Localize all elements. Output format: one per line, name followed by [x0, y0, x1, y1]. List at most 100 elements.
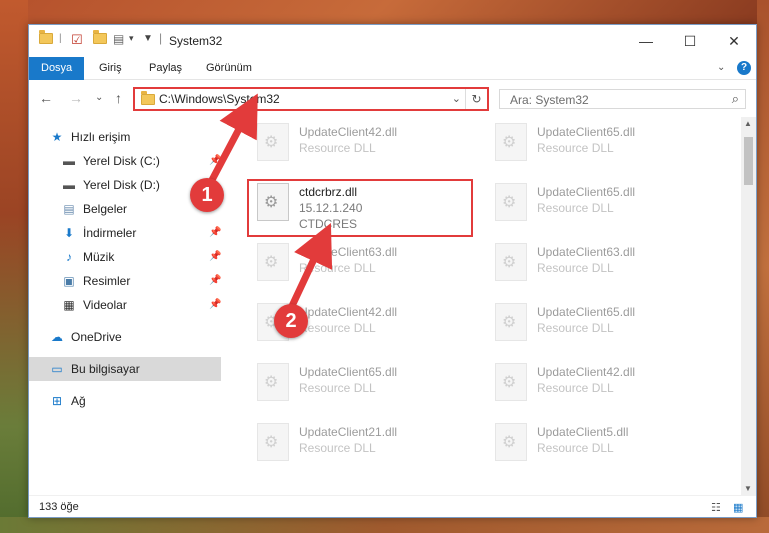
- file-name: UpdateClient65.dll: [537, 305, 636, 319]
- up-arrow-icon[interactable]: ↑: [115, 90, 122, 106]
- sidebar-item-downloads[interactable]: ⬇ İndirmeler 📌: [29, 221, 221, 245]
- dll-file-icon: [495, 243, 527, 281]
- navigation-pane: ★ Hızlı erişim ▬ Yerel Disk (C:) 📌 ▬ Yer…: [29, 117, 221, 495]
- file-name: UpdateClient42.dll: [299, 305, 398, 319]
- recent-locations-icon[interactable]: ⌄: [95, 92, 103, 103]
- close-button[interactable]: ✕: [712, 25, 756, 57]
- properties-check-icon[interactable]: ☑: [71, 32, 83, 48]
- document-icon: ▤: [63, 202, 75, 216]
- sidebar-item-quick-access[interactable]: ★ Hızlı erişim: [29, 125, 221, 149]
- search-icon: ⌕: [731, 91, 739, 106]
- title-bar: | ☑ ▤ ▾ ▼ | System32 — ☐ ✕: [29, 25, 756, 57]
- sidebar-item-label: Hızlı erişim: [71, 130, 131, 144]
- file-explorer-window: | ☑ ▤ ▾ ▼ | System32 — ☐ ✕ Dosya Giriş P…: [28, 24, 757, 518]
- customize-dropdown-icon[interactable]: ▾: [129, 33, 134, 44]
- item-count: 133 öğe: [39, 501, 79, 513]
- file-name: UpdateClient65.dll: [299, 365, 398, 379]
- tab-home[interactable]: Giriş: [87, 57, 134, 80]
- sidebar-item-label: Ağ: [71, 394, 86, 408]
- sidebar-item-disk-c[interactable]: ▬ Yerel Disk (C:) 📌: [29, 149, 221, 173]
- help-icon[interactable]: ?: [737, 61, 751, 75]
- ribbon-expand-icon[interactable]: ⌄: [717, 62, 725, 73]
- minimize-button[interactable]: —: [624, 25, 668, 57]
- file-item[interactable]: UpdateClient63.dll Resource DLL: [485, 239, 715, 295]
- refresh-icon[interactable]: ↻: [465, 89, 487, 109]
- file-name: UpdateClient63.dll: [537, 245, 636, 259]
- scroll-thumb[interactable]: [744, 137, 753, 185]
- desktop-background-bottom: [0, 517, 769, 533]
- sidebar-item-label: OneDrive: [71, 330, 122, 344]
- desktop-background-right: [757, 0, 769, 533]
- network-icon: ⊞: [51, 394, 63, 408]
- file-item[interactable]: UpdateClient42.dll Resource DLL: [485, 359, 715, 415]
- sidebar-item-network[interactable]: ⊞ Ağ: [29, 389, 221, 413]
- minimize-icon: —: [639, 33, 653, 49]
- sidebar-item-label: Belgeler: [83, 202, 128, 216]
- file-item[interactable]: UpdateClient21.dll Resource DLL: [247, 419, 477, 475]
- tab-file[interactable]: Dosya: [29, 57, 85, 80]
- file-description: Resource DLL: [299, 261, 376, 275]
- sidebar-item-label: Bu bilgisayar: [71, 362, 140, 376]
- drive-icon: ▬: [63, 178, 75, 192]
- file-name: UpdateClient65.dll: [537, 125, 636, 139]
- step-2-badge: 2: [274, 304, 308, 338]
- download-icon: ⬇: [63, 226, 75, 240]
- back-arrow-icon[interactable]: ←: [39, 90, 53, 106]
- pin-icon: 📌: [209, 275, 222, 286]
- new-folder-icon[interactable]: [93, 30, 107, 44]
- address-path: C:\Windows\System32: [159, 92, 280, 106]
- scroll-down-icon[interactable]: ▼: [744, 484, 752, 493]
- file-name: UpdateClient21.dll: [299, 425, 398, 439]
- picture-icon: ▣: [63, 274, 75, 288]
- maximize-button[interactable]: ☐: [668, 25, 712, 57]
- sidebar-item-onedrive[interactable]: ☁ OneDrive: [29, 325, 221, 349]
- address-dropdown-icon[interactable]: ⌄: [452, 92, 461, 105]
- sidebar-item-music[interactable]: ♪ Müzik 📌: [29, 245, 221, 269]
- pin-icon: 📌: [209, 299, 222, 310]
- dll-file-icon: [495, 363, 527, 401]
- rename-icon[interactable]: ▤: [113, 32, 124, 46]
- file-description: Resource DLL: [299, 141, 376, 155]
- file-item[interactable]: UpdateClient5.dll Resource DLL: [485, 419, 715, 475]
- file-item[interactable]: UpdateClient65.dll Resource DLL: [485, 299, 715, 355]
- sidebar-item-this-pc[interactable]: ▭ Bu bilgisayar: [29, 357, 221, 381]
- sidebar-item-label: Yerel Disk (D:): [83, 178, 160, 192]
- file-name: UpdateClient42.dll: [299, 125, 398, 139]
- quick-access-folder-icon[interactable]: [39, 30, 53, 44]
- sidebar-item-label: Müzik: [83, 250, 115, 264]
- title-separator-icon: |: [159, 31, 163, 45]
- file-item[interactable]: UpdateClient65.dll Resource DLL: [485, 119, 715, 175]
- qa-down-arrow-icon[interactable]: ▼: [143, 33, 153, 44]
- status-bar: 133 öğe ☷ ▦: [29, 495, 756, 517]
- file-name: UpdateClient63.dll: [299, 245, 398, 259]
- forward-arrow-icon[interactable]: →: [69, 90, 83, 106]
- window-title: System32: [169, 34, 223, 48]
- address-bar[interactable]: C:\Windows\System32 ⌄ ↻: [133, 87, 489, 111]
- cloud-icon: ☁: [51, 330, 63, 344]
- file-description: Resource DLL: [537, 201, 614, 215]
- file-list: UpdateClient42.dll Resource DLL UpdateCl…: [237, 117, 741, 495]
- details-view-icon[interactable]: ☷: [711, 501, 721, 514]
- file-name: UpdateClient5.dll: [537, 425, 629, 439]
- file-description: Resource DLL: [299, 321, 376, 335]
- desktop-background-left: [0, 0, 28, 533]
- vertical-scrollbar[interactable]: ▲ ▼: [741, 117, 756, 495]
- tab-share[interactable]: Paylaş: [137, 57, 194, 80]
- sidebar-item-videos[interactable]: ▦ Videolar 📌: [29, 293, 221, 317]
- file-description: Resource DLL: [299, 381, 376, 395]
- file-item[interactable]: UpdateClient65.dll Resource DLL: [485, 179, 715, 235]
- search-input[interactable]: Ara: System32 ⌕: [499, 89, 746, 109]
- sidebar-item-pictures[interactable]: ▣ Resimler 📌: [29, 269, 221, 293]
- file-description: Resource DLL: [299, 441, 376, 455]
- video-icon: ▦: [63, 298, 75, 312]
- tab-view[interactable]: Görünüm: [194, 57, 264, 80]
- tiles-view-icon[interactable]: ▦: [733, 501, 743, 514]
- scroll-up-icon[interactable]: ▲: [744, 119, 752, 128]
- music-icon: ♪: [66, 250, 72, 264]
- dll-file-icon: [495, 303, 527, 341]
- file-item[interactable]: UpdateClient65.dll Resource DLL: [247, 359, 477, 415]
- file-item[interactable]: UpdateClient42.dll Resource DLL: [247, 119, 477, 175]
- file-description: Resource DLL: [537, 441, 614, 455]
- address-folder-icon: [141, 91, 155, 105]
- file-item[interactable]: UpdateClient63.dll Resource DLL: [247, 239, 477, 295]
